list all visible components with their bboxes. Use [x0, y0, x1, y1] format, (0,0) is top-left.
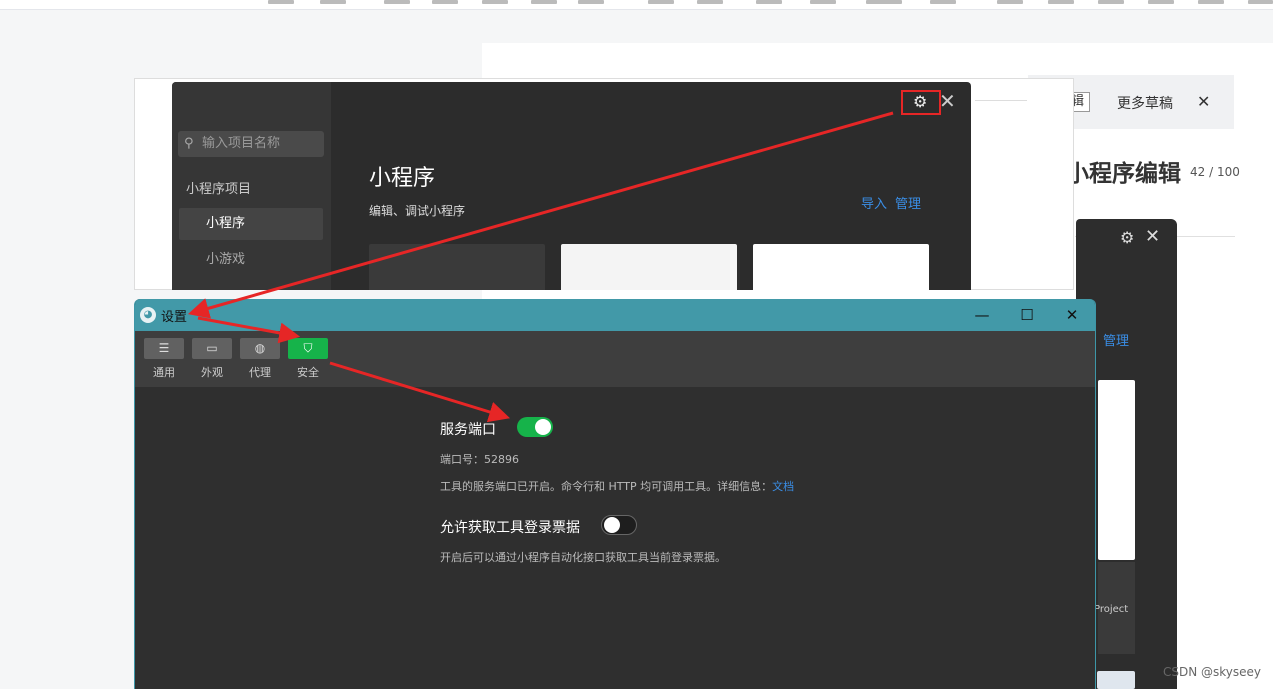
tab-appearance[interactable]: ▭ 外观 — [192, 338, 232, 380]
window-icon: ▭ — [192, 338, 232, 359]
sidebar-group-label: 小程序项目 — [186, 182, 252, 197]
toggle-knob — [535, 419, 551, 435]
editor-close-icon[interactable]: ✕ — [1197, 92, 1210, 111]
globe-icon: ◍ — [240, 338, 280, 359]
toggle-knob — [604, 517, 620, 533]
more-drafts-link[interactable]: 更多草稿 — [1117, 93, 1173, 113]
tab-label: 代理 — [249, 366, 271, 379]
login-ticket-description: 开启后可以通过小程序自动化接口获取工具当前登录票据。 — [440, 551, 726, 564]
rear-manage-link[interactable]: 管理 — [1103, 330, 1129, 349]
article-title[interactable]: 小程序编辑 — [1066, 154, 1181, 188]
header-actions: 导入 管理 — [861, 193, 929, 212]
page-title: 小程序 — [369, 166, 436, 191]
tab-proxy[interactable]: ◍ 代理 — [240, 338, 280, 380]
devtools-start-window: ⚲ 输入项目名称 小程序项目 小程序 小游戏 小程序 编辑、调试小程序 导入 管理… — [172, 82, 971, 290]
sidebar-item-miniprogram[interactable]: 小程序 — [179, 208, 323, 240]
port-number: 端口号：52896 — [440, 453, 519, 466]
rear-gear-icon[interactable]: ⚙ — [1120, 228, 1134, 247]
import-link[interactable]: 导入 — [861, 197, 887, 212]
project-card[interactable] — [369, 244, 545, 290]
close-icon[interactable]: ✕ — [1059, 303, 1085, 327]
service-port-desc-text: 工具的服务端口已开启。命令行和 HTTP 均可调用工具。详细信息： — [440, 480, 773, 493]
sliders-icon: ☰ — [144, 338, 184, 359]
rear-thumbnail — [1097, 671, 1135, 689]
service-port-toggle[interactable] — [517, 417, 553, 437]
service-port-description: 工具的服务端口已开启。命令行和 HTTP 均可调用工具。详细信息：文档 — [440, 478, 794, 494]
login-ticket-toggle[interactable] — [601, 515, 637, 535]
search-placeholder: 输入项目名称 — [202, 136, 281, 151]
window-title: 设置 — [161, 310, 188, 325]
shield-icon: ⛉ — [288, 338, 328, 359]
manage-link[interactable]: 管理 — [895, 197, 921, 212]
login-ticket-title: 允许获取工具登录票据 — [440, 520, 580, 536]
rear-close-icon[interactable]: ✕ — [1145, 226, 1160, 247]
settings-tab-bar: ☰ 通用 ▭ 外观 ◍ 代理 ⛉ 安全 — [135, 331, 1095, 387]
settings-window: ◕ 设置 — ☐ ✕ ☰ 通用 ▭ 外观 ◍ 代理 ⛉ 安全 服务端口 端口号：… — [134, 299, 1096, 689]
gear-icon[interactable]: ⚙ — [913, 92, 927, 111]
background-top-nav — [0, 0, 1273, 10]
title-char-count: 42 / 100 — [1190, 165, 1240, 179]
tab-label: 通用 — [153, 366, 175, 379]
project-card[interactable] — [753, 244, 929, 290]
search-icon: ⚲ — [184, 136, 194, 151]
settings-titlebar[interactable]: ◕ 设置 — ☐ ✕ — [135, 299, 1095, 331]
docs-link[interactable]: 文档 — [772, 480, 794, 493]
wechat-devtools-icon: ◕ — [140, 307, 156, 323]
close-icon[interactable]: ✕ — [939, 89, 956, 113]
minimize-icon[interactable]: — — [969, 303, 995, 327]
tab-general[interactable]: ☰ 通用 — [144, 338, 184, 380]
sidebar-item-minigame[interactable]: 小游戏 — [179, 244, 323, 276]
page-subtitle: 编辑、调试小程序 — [369, 204, 466, 218]
tab-label: 外观 — [201, 366, 223, 379]
rear-project-label: Project — [1094, 604, 1129, 615]
tab-security[interactable]: ⛉ 安全 — [288, 338, 328, 380]
rear-project-card[interactable] — [1098, 380, 1135, 560]
project-search-input[interactable]: ⚲ 输入项目名称 — [178, 131, 324, 157]
service-port-title: 服务端口 — [440, 422, 496, 438]
project-card[interactable] — [561, 244, 737, 290]
tab-label: 安全 — [297, 366, 319, 379]
maximize-icon[interactable]: ☐ — [1014, 303, 1040, 327]
frame-divider — [975, 100, 1027, 101]
security-settings-panel: 服务端口 端口号：52896 工具的服务端口已开启。命令行和 HTTP 均可调用… — [135, 387, 1095, 689]
watermark: CSDN @skyseey — [1163, 665, 1262, 679]
